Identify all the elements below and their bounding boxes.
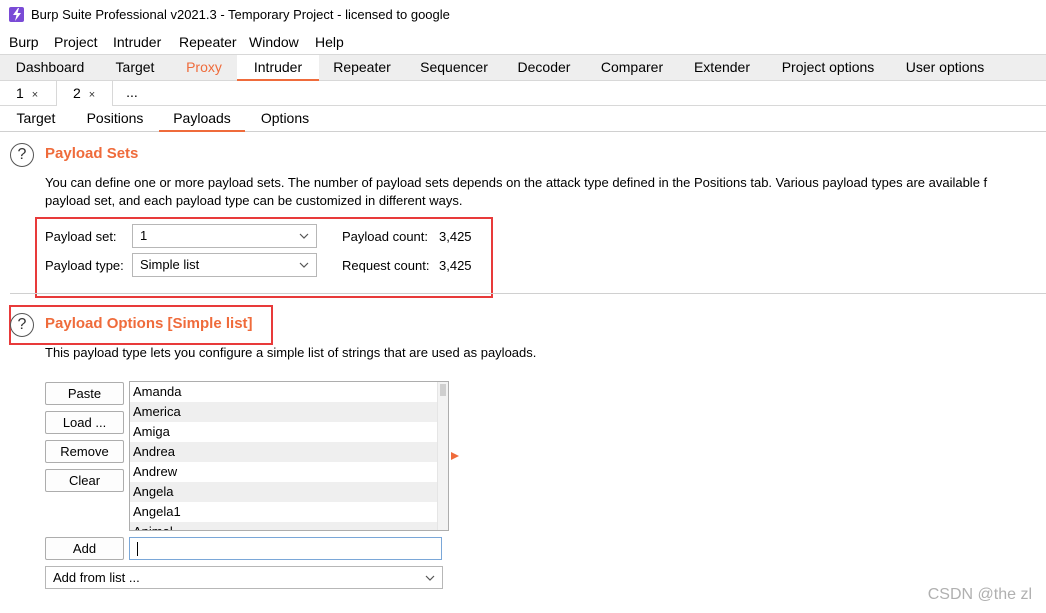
request-count-label: Request count: — [342, 258, 430, 273]
add-item-input[interactable] — [129, 537, 442, 560]
list-item[interactable]: Animal — [130, 522, 438, 530]
tab-project-options[interactable]: Project options — [766, 55, 890, 81]
payload-count-label: Payload count: — [342, 229, 429, 244]
paste-button[interactable]: Paste — [45, 382, 124, 405]
add-button[interactable]: Add — [45, 537, 124, 560]
section-divider — [10, 293, 1046, 294]
chevron-down-icon — [425, 575, 435, 581]
request-count-value: 3,425 — [439, 258, 472, 273]
list-item[interactable]: America — [130, 402, 438, 422]
attack-tab-label: 2 — [73, 85, 81, 101]
tab-user-options[interactable]: User options — [892, 55, 998, 81]
tab-decoder[interactable]: Decoder — [504, 55, 584, 81]
add-from-list-value: Add from list ... — [53, 570, 140, 585]
list-item[interactable]: Angela — [130, 482, 438, 502]
title-bar: Burp Suite Professional v2021.3 - Tempor… — [0, 0, 1046, 30]
close-icon[interactable]: × — [89, 89, 95, 101]
remove-button[interactable]: Remove — [45, 440, 124, 463]
tab-repeater[interactable]: Repeater — [320, 55, 404, 81]
help-icon[interactable]: ? — [10, 143, 34, 167]
new-attack-tab[interactable]: ... — [113, 81, 151, 106]
tab-intruder-target[interactable]: Target — [6, 106, 66, 132]
payload-set-select[interactable]: 1 — [132, 224, 317, 248]
list-scrollbar[interactable] — [437, 382, 448, 530]
attack-tab-2[interactable]: 2 × — [56, 81, 113, 106]
menu-bar: Burp Project Intruder Repeater Window He… — [0, 30, 1046, 54]
payload-options-title: Payload Options [Simple list] — [45, 315, 253, 332]
add-item-field[interactable] — [130, 538, 441, 559]
main-tab-bar: Dashboard Target Proxy Intruder Repeater… — [0, 54, 1046, 81]
watermark: CSDN @the zl — [927, 586, 1032, 603]
menu-window[interactable]: Window — [249, 34, 299, 50]
list-item[interactable]: Andrew — [130, 462, 438, 482]
clear-button[interactable]: Clear — [45, 469, 124, 492]
text-caret — [137, 542, 138, 556]
payload-sets-description: You can define one or more payload sets.… — [45, 175, 988, 190]
list-item[interactable]: Angela1 — [130, 502, 438, 522]
payload-options-description: This payload type lets you configure a s… — [45, 345, 537, 360]
payload-count-value: 3,425 — [439, 229, 472, 244]
payload-list[interactable]: Amanda America Amiga Andrea Andrew Angel… — [129, 381, 449, 531]
help-icon[interactable]: ? — [10, 313, 34, 337]
tab-intruder[interactable]: Intruder — [237, 55, 319, 81]
window-title: Burp Suite Professional v2021.3 - Tempor… — [31, 7, 450, 22]
menu-project[interactable]: Project — [54, 34, 98, 50]
load-button[interactable]: Load ... — [45, 411, 124, 434]
burp-logo-icon — [9, 7, 24, 22]
list-item[interactable]: Amanda — [130, 382, 438, 402]
tab-comparer[interactable]: Comparer — [586, 55, 678, 81]
tab-extender[interactable]: Extender — [680, 55, 764, 81]
menu-intruder[interactable]: Intruder — [113, 34, 161, 50]
payload-type-select[interactable]: Simple list — [132, 253, 317, 277]
tab-dashboard[interactable]: Dashboard — [2, 55, 98, 81]
chevron-down-icon — [299, 233, 309, 239]
close-icon[interactable]: × — [32, 89, 38, 101]
menu-help[interactable]: Help — [315, 34, 344, 50]
tab-positions[interactable]: Positions — [74, 106, 156, 132]
attack-tab-bar: 1 × 2 × ... — [0, 81, 1046, 106]
list-item[interactable]: Andrea — [130, 442, 438, 462]
menu-repeater[interactable]: Repeater — [179, 34, 237, 50]
payload-set-value: 1 — [140, 228, 148, 243]
intruder-tab-bar: Target Positions Payloads Options — [0, 106, 1046, 132]
payload-sets-title: Payload Sets — [45, 145, 139, 162]
tab-options[interactable]: Options — [250, 106, 320, 132]
scrollbar-thumb[interactable] — [440, 384, 446, 396]
chevron-down-icon — [299, 262, 309, 268]
menu-burp[interactable]: Burp — [9, 34, 39, 50]
payload-type-value: Simple list — [140, 257, 200, 272]
tab-payloads[interactable]: Payloads — [159, 106, 245, 132]
tab-proxy[interactable]: Proxy — [172, 55, 236, 81]
payload-set-label: Payload set: — [45, 229, 117, 244]
payload-type-label: Payload type: — [45, 258, 124, 273]
payload-sets-description-2: payload set, and each payload type can b… — [45, 193, 463, 208]
tab-sequencer[interactable]: Sequencer — [406, 55, 502, 81]
add-from-list-select[interactable]: Add from list ... — [45, 566, 443, 589]
list-item[interactable]: Amiga — [130, 422, 438, 442]
attack-tab-label: 1 — [16, 85, 24, 101]
attack-tab-1[interactable]: 1 × — [0, 81, 56, 106]
tab-target[interactable]: Target — [100, 55, 170, 81]
expand-arrow-icon[interactable] — [450, 451, 460, 461]
